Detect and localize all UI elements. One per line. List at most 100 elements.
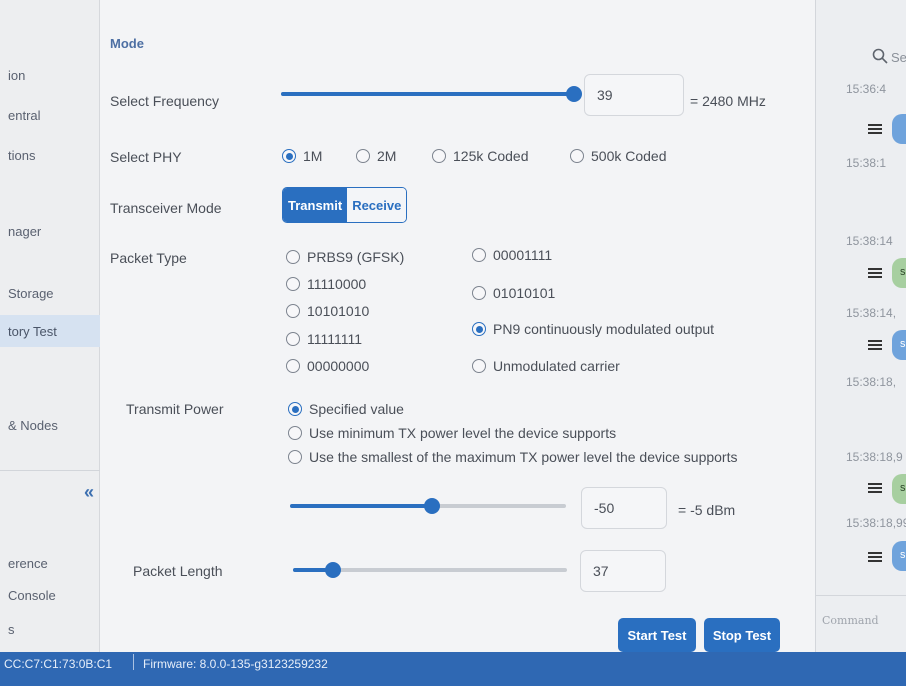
transmit-button[interactable]: Transmit	[283, 188, 348, 222]
radio-selected-icon	[472, 322, 486, 336]
firmware-version: Firmware: 8.0.0-135-g3123259232	[143, 657, 328, 671]
sidebar-item-label: Console	[8, 587, 56, 603]
radio-icon	[288, 426, 302, 440]
status-divider	[133, 654, 134, 670]
search-icon[interactable]	[872, 48, 888, 64]
log-timestamp: 15:38:1	[846, 156, 887, 170]
power-option-label: Use minimum TX power level the device su…	[309, 425, 617, 441]
frequency-label: Select Frequency	[110, 93, 219, 109]
radio-icon	[356, 149, 370, 163]
start-test-button[interactable]: Start Test	[618, 618, 696, 652]
packet-option-11111111[interactable]: 11111111	[286, 331, 362, 347]
power-option-specified[interactable]: Specified value	[288, 401, 404, 417]
packet-option-label: PN9 continuously modulated output	[493, 321, 715, 337]
power-option-label: Specified value	[309, 401, 404, 417]
power-unit: = -5 dBm	[678, 502, 736, 518]
log-bubble: sl_b	[892, 541, 906, 571]
packet-option-unmodulated[interactable]: Unmodulated carrier	[472, 358, 620, 374]
stop-test-button[interactable]: Stop Test	[704, 618, 780, 652]
radio-icon	[472, 248, 486, 262]
command-input[interactable]: Command	[816, 595, 906, 635]
frequency-slider-thumb[interactable]	[566, 86, 582, 102]
sidebar-item-test[interactable]: tory Test	[0, 315, 100, 347]
power-option-label: Use the smallest of the maximum TX power…	[309, 449, 738, 465]
transceiver-toggle: Transmit Receive	[282, 187, 408, 223]
power-input[interactable]: -50	[581, 487, 667, 529]
frequency-input[interactable]: 39	[584, 74, 684, 116]
status-bar: CC:C7:C1:73:0B:C1 Firmware: 8.0.0-135-g3…	[0, 652, 906, 686]
log-entry-icon	[868, 483, 882, 495]
packet-option-11110000[interactable]: 11110000	[286, 276, 366, 292]
device-address: CC:C7:C1:73:0B:C1	[4, 657, 113, 671]
phy-option-label: 125k Coded	[453, 148, 529, 164]
phy-option-label: 1M	[303, 148, 323, 164]
radio-selected-icon	[288, 402, 302, 416]
sidebar-item-manager[interactable]: nager	[0, 216, 100, 246]
sidebar-item-tions[interactable]: tions	[0, 140, 100, 170]
sidebar: ion entral tions nager Storage tory Test…	[0, 0, 100, 652]
phy-option-1m[interactable]: 1M	[282, 148, 322, 164]
radio-icon	[570, 149, 584, 163]
log-entry-icon	[868, 552, 882, 564]
log-bubble: sl	[892, 330, 906, 360]
power-option-smallest-max[interactable]: Use the smallest of the maximum TX power…	[288, 449, 737, 465]
packet-length-input[interactable]: 37	[580, 550, 666, 592]
sidebar-item-ion[interactable]: ion	[0, 60, 100, 90]
radio-icon	[286, 250, 300, 264]
transceiver-label: Transceiver Mode	[110, 200, 222, 216]
radio-icon	[286, 359, 300, 373]
packet-option-10101010[interactable]: 10101010	[286, 303, 369, 319]
phy-option-500k[interactable]: 500k Coded	[570, 148, 667, 164]
sidebar-item-label: s	[8, 621, 15, 637]
power-option-minimum[interactable]: Use minimum TX power level the device su…	[288, 425, 616, 441]
packet-length-slider-thumb[interactable]	[325, 562, 341, 578]
radio-selected-icon	[282, 149, 296, 163]
sidebar-item-s[interactable]: s	[0, 614, 100, 644]
sidebar-item-label: nager	[8, 223, 42, 239]
power-slider-thumb[interactable]	[424, 498, 440, 514]
log-timestamp: 15:38:18,99	[846, 516, 906, 530]
sidebar-item-console[interactable]: Console	[0, 580, 100, 610]
packet-option-label: 00000000	[307, 358, 370, 374]
log-timestamp: 15:36:4	[846, 82, 887, 96]
log-timestamp: 15:38:14	[846, 234, 893, 248]
radio-icon	[286, 304, 300, 318]
packet-type-label: Packet Type	[110, 250, 187, 266]
log-timestamp: 15:38:18,	[846, 375, 897, 389]
packet-option-pn9[interactable]: PN9 continuously modulated output	[472, 321, 714, 337]
radio-icon	[432, 149, 446, 163]
sidebar-item-storage[interactable]: Storage	[0, 278, 100, 308]
sidebar-item-central[interactable]: entral	[0, 100, 100, 130]
phy-option-125k[interactable]: 125k Coded	[432, 148, 529, 164]
phy-option-label: 500k Coded	[591, 148, 667, 164]
packet-option-label: 11111111	[307, 331, 363, 347]
packet-option-prbs9[interactable]: PRBS9 (GFSK)	[286, 249, 404, 265]
sidebar-item-nodes[interactable]: & Nodes	[0, 410, 100, 440]
transmit-power-label: Transmit Power	[126, 401, 224, 417]
phy-option-2m[interactable]: 2M	[356, 148, 396, 164]
phy-label: Select PHY	[110, 149, 182, 165]
radio-icon	[286, 277, 300, 291]
packet-option-00000000[interactable]: 00000000	[286, 358, 369, 374]
sidebar-item-reference[interactable]: erence	[0, 548, 100, 578]
log-bubble	[892, 114, 906, 144]
collapse-sidebar-button[interactable]: «	[84, 482, 94, 503]
log-timestamp: 15:38:18,9	[846, 450, 903, 464]
packet-option-01010101[interactable]: 01010101	[472, 285, 555, 301]
radio-icon	[472, 286, 486, 300]
radio-icon	[472, 359, 486, 373]
sidebar-item-label: erence	[8, 555, 48, 571]
power-slider-fill	[290, 504, 432, 508]
sidebar-divider	[0, 470, 100, 471]
phy-option-label: 2M	[377, 148, 397, 164]
receive-button[interactable]: Receive	[347, 188, 407, 222]
log-panel: Se 15:36:4 15:38:1 15:38:14 s 15:38:14, …	[815, 0, 906, 652]
search-input[interactable]: Se	[891, 50, 906, 65]
mode-title: Mode	[110, 36, 144, 51]
packet-option-label: PRBS9 (GFSK)	[307, 249, 405, 265]
main-panel: Mode Select Frequency 39 = 2480 MHz Sele…	[100, 0, 815, 652]
packet-option-00001111[interactable]: 00001111	[472, 247, 552, 263]
frequency-unit: = 2480 MHz	[690, 93, 766, 109]
sidebar-item-label: tions	[8, 147, 36, 163]
log-entry-icon	[868, 268, 882, 280]
